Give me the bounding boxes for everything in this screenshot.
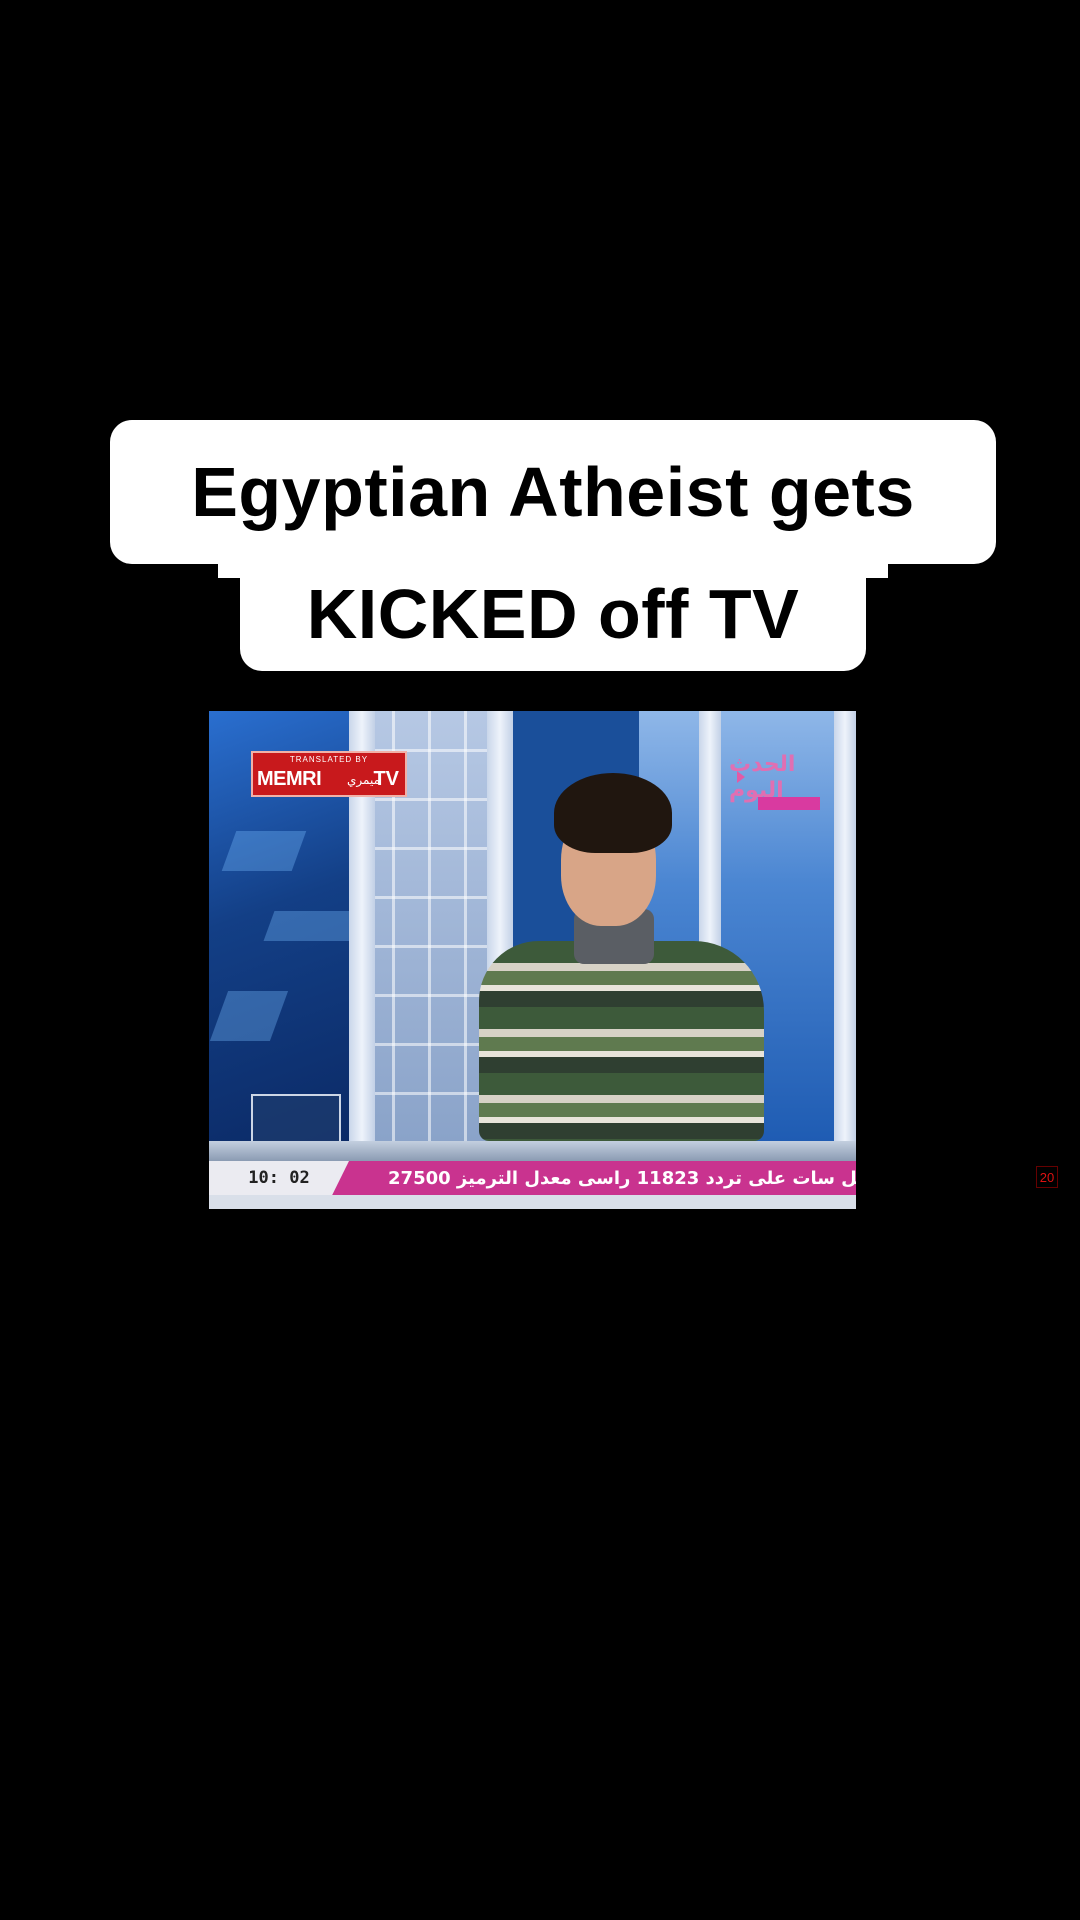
guest-sweater xyxy=(479,941,764,1141)
studio-desk xyxy=(209,1141,856,1161)
channel-logo: الحدث اليوم xyxy=(729,751,824,813)
caption-text-1: Egyptian Atheist gets xyxy=(191,453,915,531)
background-shard xyxy=(221,831,307,871)
studio-pillar xyxy=(834,711,856,1141)
channel-live-bar xyxy=(758,797,820,810)
memri-watermark: TRANSLATED BY MEMRI ميمري TV xyxy=(251,751,407,797)
memri-brand: MEMRI xyxy=(257,768,322,790)
channel-logo-text: الحدث اليوم xyxy=(729,751,796,802)
memri-tv: TV xyxy=(373,768,399,790)
caption-line-2: KICKED off TV xyxy=(218,556,888,671)
side-badge: 20 xyxy=(1036,1166,1058,1188)
memri-translated-by: TRANSLATED BY xyxy=(289,755,369,764)
video-frame[interactable]: الحدث اليوم TRANSLATED BY MEMRI ميمري TV… xyxy=(209,711,856,1209)
ticker-clock: 10: 02 xyxy=(209,1161,349,1195)
ticker-text: يل سات على تردد 11823 راسى معدل الترميز … xyxy=(388,1167,856,1189)
video-bottom-strip xyxy=(209,1195,856,1209)
caption-text-2: KICKED off TV xyxy=(306,574,800,653)
caption-line-1: Egyptian Atheist gets xyxy=(110,420,996,564)
guest-hair xyxy=(554,773,672,853)
